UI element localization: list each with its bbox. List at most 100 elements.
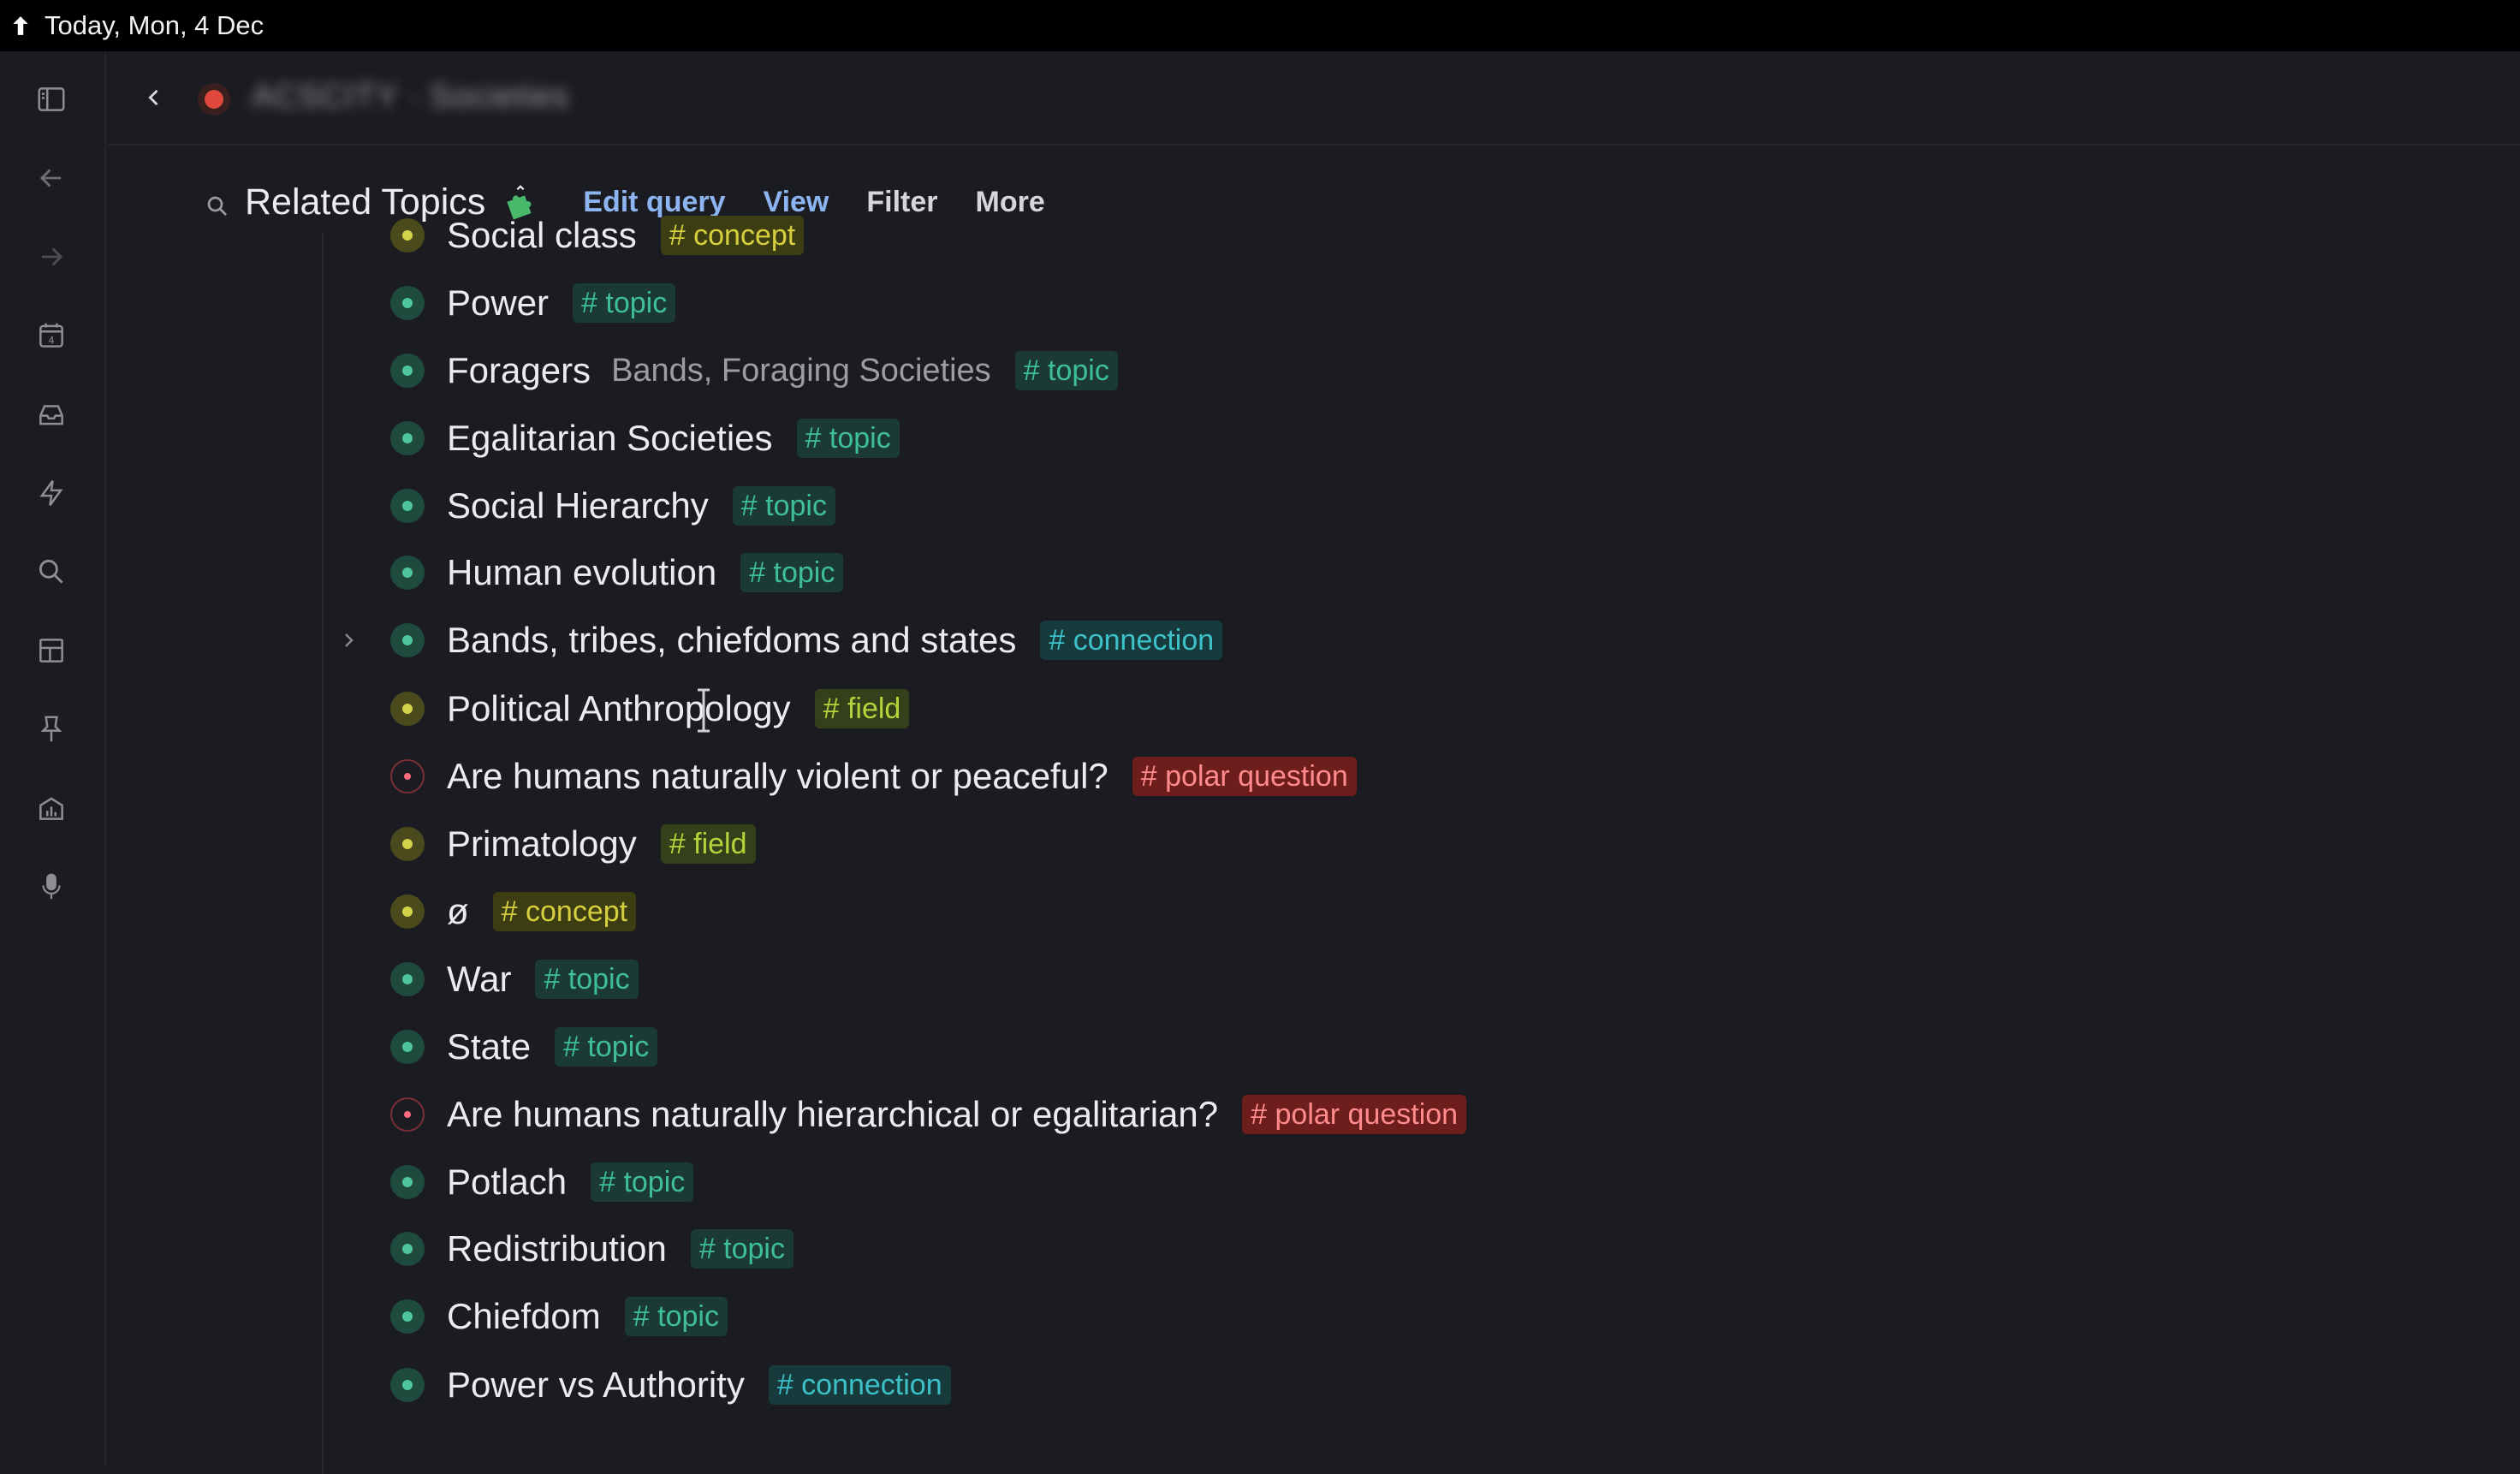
search-icon[interactable]: [33, 553, 70, 591]
row-title[interactable]: Egalitarian Societies: [447, 418, 773, 459]
row-title[interactable]: Chiefdom: [447, 1296, 601, 1337]
row-content: War # topic: [447, 949, 639, 1009]
bullet-icon[interactable]: [390, 895, 425, 929]
page-header: ACSCITY · Societies: [108, 51, 2520, 146]
bullet-icon[interactable]: [390, 218, 425, 253]
row-title[interactable]: ø: [447, 891, 469, 932]
row-content: Social class # concept: [447, 205, 805, 265]
filter-button[interactable]: Filter: [866, 186, 937, 219]
row-title[interactable]: Political Anthropology: [447, 688, 791, 729]
calendar-icon[interactable]: 4: [33, 317, 70, 354]
window-title: Today, Mon, 4 Dec: [45, 10, 264, 40]
bullet-icon[interactable]: [390, 286, 425, 320]
expand-chevron-icon[interactable]: [334, 626, 363, 655]
bullet-icon[interactable]: [390, 827, 425, 861]
page-title[interactable]: ACSCITY · Societies: [252, 79, 569, 116]
tag-badge[interactable]: # topic: [732, 486, 835, 526]
inbox-icon[interactable]: [33, 395, 70, 433]
tag-badge[interactable]: # topic: [690, 1229, 793, 1269]
forward-arrow-icon[interactable]: [33, 238, 70, 276]
tag-badge[interactable]: # connection: [768, 1365, 951, 1405]
row-content: Power vs Authority # connection: [447, 1355, 951, 1415]
bullet-icon[interactable]: [390, 489, 425, 523]
tag-badge[interactable]: # topic: [1014, 351, 1118, 390]
tag-badge[interactable]: # topic: [796, 419, 900, 458]
row-content: Foragers Bands, Foraging Societies # topic: [447, 341, 1118, 401]
app-logo-icon: [9, 14, 33, 38]
row-title[interactable]: Social class: [447, 215, 637, 256]
tag-badge[interactable]: # polar question: [1132, 757, 1357, 796]
row-title[interactable]: Power vs Authority: [447, 1364, 745, 1406]
bullet-icon[interactable]: [390, 1368, 425, 1402]
row-content: Redistribution # topic: [447, 1219, 793, 1279]
bullet-icon[interactable]: [390, 1030, 425, 1064]
pin-icon[interactable]: [33, 710, 70, 748]
tag-badge[interactable]: # topic: [535, 960, 639, 999]
row-title[interactable]: Are humans naturally violent or peaceful…: [447, 756, 1108, 797]
bullet-icon[interactable]: [390, 1165, 425, 1199]
query-search-icon: [202, 191, 233, 222]
bullet-icon[interactable]: [390, 556, 425, 590]
bullet-icon[interactable]: [390, 1299, 425, 1334]
row-title[interactable]: Potlach: [447, 1162, 567, 1203]
bullet-icon[interactable]: [390, 1097, 425, 1132]
row-title[interactable]: Are humans naturally hierarchical or ega…: [447, 1094, 1218, 1135]
indent-guide: [322, 233, 324, 1474]
row-content: Social Hierarchy # topic: [447, 476, 835, 536]
svg-text:4: 4: [48, 336, 54, 347]
bullet-icon[interactable]: [390, 623, 425, 657]
bullet-icon[interactable]: [390, 354, 425, 388]
row-content: Bands, tribes, chiefdoms and states # con…: [447, 610, 1223, 670]
row-content: Power # topic: [447, 273, 676, 333]
page-status-icon: [197, 82, 231, 116]
tag-badge[interactable]: # topic: [573, 283, 676, 323]
lightning-icon[interactable]: [33, 474, 70, 512]
row-title[interactable]: Bands, tribes, chiefdoms and states: [447, 620, 1016, 661]
bullet-icon[interactable]: [390, 421, 425, 455]
row-content: ø # concept: [447, 882, 637, 942]
collapse-chevron-icon[interactable]: [137, 80, 171, 115]
row-title[interactable]: Human evolution: [447, 552, 716, 593]
back-arrow-icon[interactable]: [33, 159, 70, 197]
bullet-icon[interactable]: [390, 759, 425, 793]
row-alias: Bands, Foraging Societies: [611, 352, 991, 389]
layout-icon[interactable]: [33, 632, 70, 669]
analytics-icon[interactable]: [33, 789, 70, 827]
tag-badge[interactable]: # topic: [555, 1027, 658, 1067]
row-title[interactable]: Redistribution: [447, 1228, 667, 1269]
tag-badge[interactable]: # polar question: [1242, 1095, 1467, 1134]
row-title[interactable]: Foragers: [447, 350, 591, 391]
text-cursor-icon: [698, 688, 710, 733]
row-content: Human evolution # topic: [447, 543, 844, 603]
left-sidebar: 4: [0, 51, 106, 1465]
row-content: State # topic: [447, 1017, 658, 1077]
bullet-icon[interactable]: [390, 692, 425, 726]
more-button[interactable]: More: [976, 186, 1045, 219]
tag-badge[interactable]: # connection: [1040, 621, 1223, 660]
tag-badge[interactable]: # topic: [624, 1297, 728, 1336]
tag-badge[interactable]: # concept: [660, 216, 805, 255]
tag-badge[interactable]: # field: [814, 689, 910, 728]
bullet-icon[interactable]: [390, 1232, 425, 1266]
row-content: Are humans naturally hierarchical or ega…: [447, 1085, 1467, 1144]
tag-badge[interactable]: # concept: [492, 892, 637, 931]
row-content: Chiefdom # topic: [447, 1287, 728, 1346]
row-content: Egalitarian Societies # topic: [447, 408, 900, 468]
title-bar: Today, Mon, 4 Dec: [0, 0, 2520, 51]
row-content: Primatology # field: [447, 814, 756, 874]
main-panel: ACSCITY · Societies Related Topics Edit …: [108, 51, 2520, 1474]
tag-badge[interactable]: # topic: [740, 553, 844, 592]
row-title[interactable]: Primatology: [447, 823, 637, 865]
row-content: Are humans naturally violent or peaceful…: [447, 746, 1357, 806]
bullet-icon[interactable]: [390, 962, 425, 996]
row-content: Potlach # topic: [447, 1152, 694, 1212]
sidebar-toggle-icon[interactable]: [33, 80, 70, 118]
row-title[interactable]: War: [447, 959, 511, 1000]
row-title[interactable]: Power: [447, 282, 549, 324]
tag-badge[interactable]: # topic: [591, 1162, 694, 1202]
row-title[interactable]: Social Hierarchy: [447, 485, 709, 526]
row-content: Political Anthropology # field: [447, 679, 910, 739]
row-title[interactable]: State: [447, 1026, 531, 1067]
microphone-icon[interactable]: [33, 868, 70, 906]
tag-badge[interactable]: # field: [660, 824, 756, 864]
